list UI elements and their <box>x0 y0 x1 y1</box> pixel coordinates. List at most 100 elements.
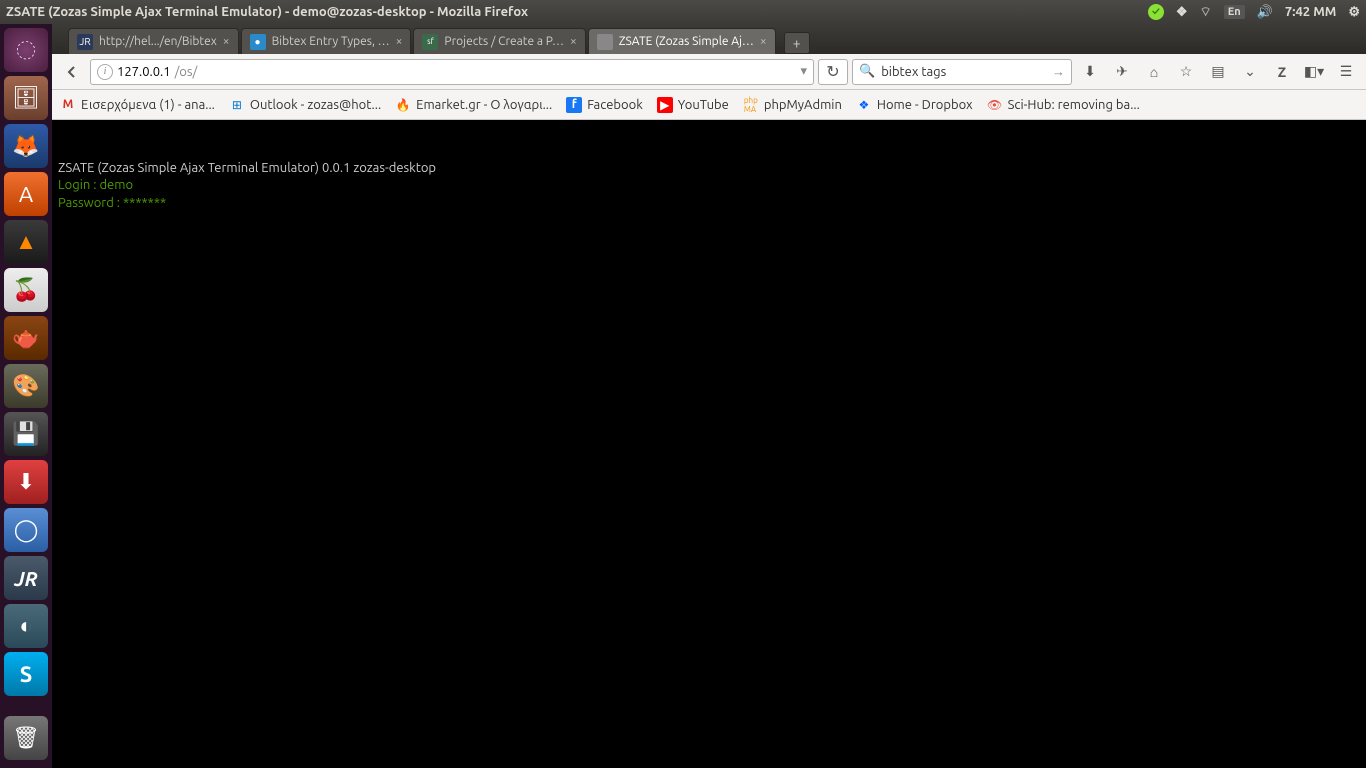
identity-icon[interactable]: i <box>97 64 113 80</box>
reload-icon: ↻ <box>826 62 839 81</box>
bookmark-youtube[interactable]: ▶YouTube <box>657 97 729 113</box>
bookmark-phpmyadmin[interactable]: phpMAphpMyAdmin <box>743 97 842 113</box>
bookmark-outlook[interactable]: ⊞ Outlook - zozas@hot... <box>229 97 381 113</box>
bookmark-dropbox[interactable]: ❖ Home - Dropbox <box>856 97 973 113</box>
tab-bibtex-entry-types[interactable]: ● Bibtex Entry Types, … × <box>241 28 412 54</box>
plus-icon: + <box>793 35 801 51</box>
teapot-icon: 🫖 <box>12 325 39 351</box>
close-icon[interactable]: × <box>760 35 767 48</box>
send-button[interactable]: ✈ <box>1108 58 1136 86</box>
url-path: /os/ <box>175 65 198 79</box>
bookmark-label: Εισερχόμενα (1) - ana... <box>81 98 215 112</box>
sidebar-button[interactable]: ◧▾ <box>1300 58 1328 86</box>
bookmarks-list-button[interactable]: ▤ <box>1204 58 1232 86</box>
cherry-icon: 🍒 <box>12 277 39 303</box>
download-arrow-icon: ⬇ <box>1084 63 1096 80</box>
back-button[interactable] <box>58 58 86 86</box>
tab-label: ZSATE (Zozas Simple Aj… <box>619 35 754 48</box>
list-icon: ▤ <box>1211 63 1224 80</box>
url-bar[interactable]: i 127.0.0.1/os/ ▾ <box>90 59 814 85</box>
launcher-ubuntu-dash[interactable]: ◌ <box>4 28 48 72</box>
scanner-icon: ◐ <box>19 613 32 639</box>
terminal-password-label: Password : <box>58 196 123 210</box>
launcher-vlc[interactable]: ▲ <box>4 220 48 264</box>
keyboard-layout-indicator[interactable]: En <box>1224 5 1245 19</box>
tab-zsate[interactable]: ZSATE (Zozas Simple Aj… × <box>588 28 776 54</box>
terminal-login-label: Login : <box>58 178 99 192</box>
url-dropdown-icon[interactable]: ▾ <box>800 64 807 79</box>
launcher-disks[interactable]: 💾 <box>4 412 48 456</box>
outlook-icon: ⊞ <box>229 97 245 113</box>
sourceforge-favicon-icon: sf <box>422 34 438 50</box>
launcher-cherrytree[interactable]: 🍒 <box>4 268 48 312</box>
hamburger-menu-button[interactable]: ☰ <box>1332 58 1360 86</box>
tab-bibtex-help[interactable]: JR http://hel.../en/Bibtex × <box>68 28 239 54</box>
reload-button[interactable]: ↻ <box>818 59 848 85</box>
search-icon: 🔍 <box>859 64 875 79</box>
close-icon[interactable]: × <box>223 35 230 48</box>
launcher-files[interactable]: 🗄 <box>4 76 48 120</box>
system-tray: ✓ ❖ ⌔ En 🔊 7:42 MM ⚙ <box>1148 4 1360 20</box>
window-title: ZSATE (Zozas Simple Ajax Terminal Emulat… <box>6 5 1148 19</box>
system-menubar: ZSATE (Zozas Simple Ajax Terminal Emulat… <box>0 0 1366 24</box>
zotero-button[interactable]: Z <box>1268 58 1296 86</box>
bookmark-star-button[interactable]: ☆ <box>1172 58 1200 86</box>
trash-icon: 🗑 <box>12 725 40 751</box>
tab-strip: JR http://hel.../en/Bibtex × ● Bibtex En… <box>52 24 1366 54</box>
home-icon: ⌂ <box>1150 64 1158 80</box>
downloads-button[interactable]: ⬇ <box>1076 58 1104 86</box>
launcher-downloads[interactable]: ⬇ <box>4 460 48 504</box>
launcher-teapot[interactable]: 🫖 <box>4 316 48 360</box>
gmail-icon: M <box>60 97 76 113</box>
launcher-software-center[interactable]: A <box>4 172 48 216</box>
zotero-icon: Z <box>1278 64 1286 80</box>
pocket-icon: ⌄ <box>1244 63 1256 80</box>
firefox-icon: 🦊 <box>12 133 39 159</box>
bookmark-label: Outlook - zozas@hot... <box>250 98 381 112</box>
launcher-scanner[interactable]: ◐ <box>4 604 48 648</box>
bookmark-label: Home - Dropbox <box>877 98 973 112</box>
dropbox-icon[interactable]: ❖ <box>1176 5 1188 20</box>
wifi-icon[interactable]: ⌔ <box>1200 4 1212 20</box>
bookmark-gmail[interactable]: M Εισερχόμενα (1) - ana... <box>60 97 215 113</box>
gimp-icon: 🎨 <box>12 373 39 399</box>
clock[interactable]: 7:42 MM <box>1285 5 1336 19</box>
launcher-firefox[interactable]: 🦊 <box>4 124 48 168</box>
terminal-emulator[interactable]: ZSATE (Zozas Simple Ajax Terminal Emulat… <box>52 120 1366 768</box>
bookmark-facebook[interactable]: f Facebook <box>566 97 643 113</box>
close-icon[interactable]: × <box>396 35 403 48</box>
sync-ok-icon[interactable]: ✓ <box>1148 4 1164 20</box>
jabref-icon: JR <box>14 567 37 590</box>
star-icon: ☆ <box>1180 63 1193 80</box>
terminal-login-value: demo <box>99 178 133 192</box>
blank-favicon-icon <box>597 34 613 50</box>
system-gear-icon[interactable]: ⚙ <box>1348 5 1360 20</box>
pocket-button[interactable]: ⌄ <box>1236 58 1264 86</box>
firefox-window: JR http://hel.../en/Bibtex × ● Bibtex En… <box>52 24 1366 768</box>
home-button[interactable]: ⌂ <box>1140 58 1168 86</box>
new-tab-button[interactable]: + <box>784 32 810 54</box>
send-icon: ✈ <box>1116 63 1128 80</box>
bookmark-scihub[interactable]: 👁Sci-Hub: removing ba... <box>987 97 1140 113</box>
emarket-icon: 🔥 <box>395 97 411 113</box>
volume-icon[interactable]: 🔊 <box>1257 5 1273 20</box>
tab-sourceforge-projects[interactable]: sf Projects / Create a P… × <box>413 28 585 54</box>
launcher-jabref[interactable]: JR <box>4 556 48 600</box>
jabref-favicon-icon: JR <box>77 34 93 50</box>
search-bar[interactable]: 🔍 bibtex tags → <box>852 59 1072 85</box>
bookmark-label: Sci-Hub: removing ba... <box>1008 98 1140 112</box>
bookmark-label: phpMyAdmin <box>764 98 842 112</box>
launcher-trash[interactable]: 🗑 <box>4 716 48 760</box>
chromium-icon: ◯ <box>14 517 39 543</box>
tab-label: http://hel.../en/Bibtex <box>99 35 217 48</box>
software-icon: A <box>19 182 33 207</box>
facebook-icon: f <box>566 97 582 113</box>
bookmark-label: Facebook <box>587 98 643 112</box>
search-go-icon[interactable]: → <box>1052 64 1065 79</box>
launcher-skype[interactable]: S <box>4 652 48 696</box>
close-icon[interactable]: × <box>570 35 577 48</box>
bookmark-emarket[interactable]: 🔥Emarket.gr - Ο λογαρι... <box>395 97 552 113</box>
dropbox-icon: ❖ <box>856 97 872 113</box>
launcher-gimp[interactable]: 🎨 <box>4 364 48 408</box>
launcher-chromium[interactable]: ◯ <box>4 508 48 552</box>
